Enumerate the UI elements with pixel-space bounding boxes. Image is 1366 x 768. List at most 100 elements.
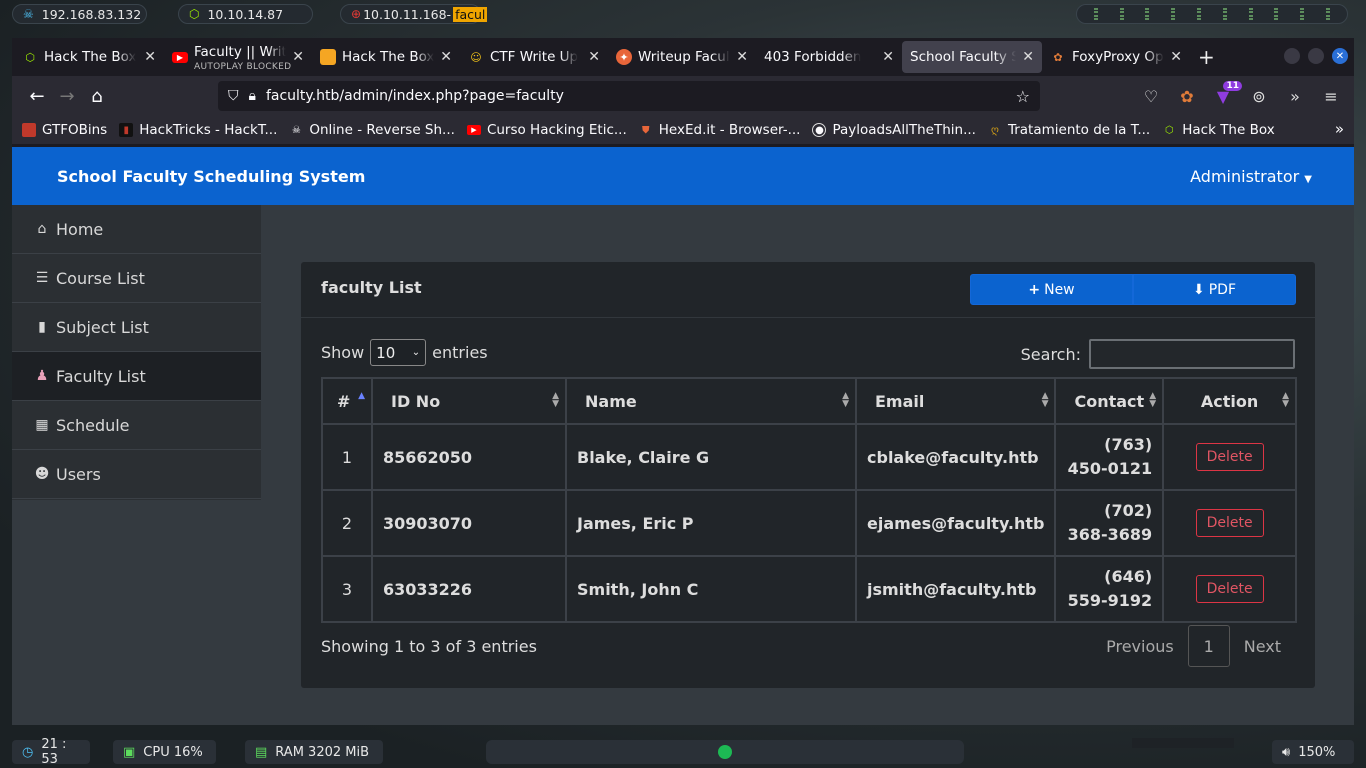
- close-icon[interactable]: ✕: [736, 49, 748, 65]
- sidebar-item-users[interactable]: ☻ Users: [12, 450, 261, 499]
- close-icon[interactable]: ✕: [292, 49, 304, 65]
- sort-icon: ▲ ▼: [1041, 391, 1049, 409]
- action-cell: Delete: [1162, 423, 1297, 491]
- menu-icon[interactable]: ≡: [1320, 87, 1342, 106]
- column-header-email[interactable]: Email ▲ ▼: [854, 377, 1057, 425]
- pdf-button[interactable]: ⬇ PDF: [1133, 274, 1296, 305]
- spotify-widget[interactable]: [486, 740, 964, 764]
- column-header-contact[interactable]: Contact ▲ ▼: [1054, 377, 1165, 425]
- clock-icon: ◷: [22, 744, 34, 760]
- email-cell: jsmith@faculty.htb: [854, 555, 1057, 623]
- table-header-row: # ▲ ID No ▲ ▼ Name ▲ ▼ Email ▲ ▼ Contact ▲ ▼ Acti…: [321, 377, 1297, 425]
- close-window-button[interactable]: ✕: [1332, 48, 1348, 64]
- tab-hackthebox-1[interactable]: ⬡ Hack The Box ✕: [14, 41, 164, 73]
- sidebar-item-label: Schedule: [56, 415, 130, 435]
- cpu-text: CPU 16%: [143, 744, 203, 760]
- caret-down-icon: ▼: [1304, 174, 1312, 185]
- sidebar-item-home[interactable]: ⌂ Home: [12, 205, 261, 254]
- close-icon[interactable]: ✕: [1022, 49, 1034, 65]
- close-icon[interactable]: ✕: [882, 49, 894, 65]
- tab-label: FoxyProxy Opt: [1072, 49, 1165, 65]
- bookmark-hacktricks[interactable]: ▮ HackTricks - HackT...: [119, 122, 277, 138]
- workspaces[interactable]: [1076, 4, 1348, 24]
- bookmark-curso-hacking[interactable]: ▶ Curso Hacking Etic...: [466, 122, 627, 138]
- clock-text: 21 : 53: [41, 737, 67, 767]
- contact-number: 450-0121: [1067, 459, 1153, 478]
- bookmark-reverse-shell[interactable]: ☠ Online - Reverse Sh...: [289, 122, 455, 138]
- close-icon[interactable]: ✕: [1170, 49, 1182, 65]
- back-button[interactable]: ←: [22, 81, 52, 111]
- bookmarks-overflow-icon[interactable]: »: [1335, 120, 1344, 138]
- tab-403-forbidden[interactable]: 403 Forbidden ✕: [756, 41, 902, 73]
- close-icon[interactable]: ✕: [144, 49, 156, 65]
- book-icon: ▮: [38, 319, 46, 335]
- page-length-select[interactable]: 10 ⌄: [370, 339, 427, 366]
- tab-school-faculty[interactable]: School Faculty Sc ✕: [902, 41, 1042, 73]
- search-input[interactable]: [1089, 339, 1295, 369]
- sort-icon: ▲: [358, 391, 365, 401]
- row-number: 3: [321, 555, 373, 623]
- pocket-icon[interactable]: ♡: [1140, 87, 1162, 106]
- admin-dropdown[interactable]: Administrator ▼: [1190, 167, 1312, 186]
- close-icon[interactable]: ✕: [588, 49, 600, 65]
- bookmark-star-icon[interactable]: ☆: [1016, 87, 1030, 106]
- bookmark-payloads[interactable]: ● PayloadsAllTheThin...: [812, 122, 976, 138]
- bookmark-hexed[interactable]: ⛊ HexEd.it - Browser-...: [639, 122, 800, 138]
- volume-text: 150%: [1298, 744, 1336, 760]
- delete-button[interactable]: Delete: [1195, 443, 1264, 471]
- sidebar-item-subject-list[interactable]: ▮ Subject List: [12, 303, 261, 352]
- close-icon[interactable]: ✕: [440, 49, 452, 65]
- tab-ctf-writeup[interactable]: ☺ CTF Write Up ✕: [460, 41, 608, 73]
- tab-writeup-faculty[interactable]: ✦ Writeup Facul ✕: [608, 41, 756, 73]
- tab-foxyproxy[interactable]: ✿ FoxyProxy Opt ✕: [1042, 41, 1190, 73]
- home-button[interactable]: ⌂: [82, 81, 112, 111]
- column-header-action[interactable]: Action ▲ ▼: [1162, 377, 1297, 425]
- sidebar-item-course-list[interactable]: ☰ Course List: [12, 254, 261, 303]
- sidebar-item-label: Subject List: [56, 317, 149, 337]
- tab-hackthebox-2[interactable]: Hack The Box ✕: [312, 41, 460, 73]
- bookmark-gtfobins[interactable]: GTFOBins: [22, 122, 107, 138]
- new-button[interactable]: + New: [970, 274, 1133, 305]
- previous-button[interactable]: Previous: [1092, 625, 1188, 667]
- delete-button[interactable]: Delete: [1195, 509, 1264, 537]
- minimize-button[interactable]: [1284, 48, 1300, 64]
- shield-icon[interactable]: ⛉: [228, 88, 239, 104]
- contact-cell: (702) 368-3689: [1054, 489, 1165, 557]
- delete-button[interactable]: Delete: [1195, 575, 1264, 603]
- tab-youtube[interactable]: ▶ Faculty || Writ AUTOPLAY BLOCKED ✕: [164, 41, 312, 73]
- tab-label: CTF Write Up: [490, 49, 579, 65]
- sidebar-item-schedule[interactable]: ▦ Schedule: [12, 401, 261, 450]
- overflow-icon[interactable]: »: [1284, 87, 1306, 106]
- target-ip-widget: ⊕ 10.10.11.168- facul: [340, 4, 488, 24]
- app-header: School Faculty Scheduling System Adminis…: [12, 147, 1354, 205]
- plus-icon: +: [1028, 281, 1041, 298]
- faculty-card: faculty List + New ⬇ PDF Show 10 ⌄ entries …: [301, 262, 1315, 688]
- tab-label: Writeup Facul: [638, 49, 730, 65]
- url-bar[interactable]: ⛉ 🔒︎ faculty.htb/admin/index.php?page=fa…: [218, 81, 1040, 111]
- column-header-num[interactable]: # ▲: [321, 377, 373, 425]
- gtfobins-icon: [22, 123, 36, 137]
- foxyproxy-extension-icon[interactable]: ✿: [1176, 87, 1198, 106]
- vpn-ip: 10.10.14.87: [207, 6, 284, 22]
- row-number: 2: [321, 489, 373, 557]
- column-header-name[interactable]: Name ▲ ▼: [565, 377, 857, 425]
- bookmark-hackthebox[interactable]: ⬡ Hack The Box: [1162, 122, 1275, 138]
- forward-button[interactable]: →: [52, 81, 82, 111]
- bookmark-tratamiento[interactable]: ღ Tratamiento de la T...: [988, 122, 1150, 138]
- next-button[interactable]: Next: [1230, 625, 1295, 667]
- sidebar-item-faculty-list[interactable]: ♟ Faculty List: [12, 352, 261, 401]
- maximize-button[interactable]: [1308, 48, 1324, 64]
- volume-widget[interactable]: 🔊︎ 150%: [1272, 740, 1354, 764]
- extension-icon[interactable]: ▼ 11: [1212, 80, 1242, 106]
- contact-area: (646): [1104, 567, 1153, 586]
- new-tab-button[interactable]: +: [1198, 45, 1215, 69]
- wappalyzer-icon[interactable]: ⊚: [1248, 87, 1270, 106]
- column-header-id[interactable]: ID No ▲ ▼: [371, 377, 567, 425]
- page-length-value: 10: [376, 343, 396, 362]
- tab-label: Hack The Box: [342, 49, 435, 65]
- page-info-icon[interactable]: 🔒︎: [249, 88, 256, 104]
- admin-label[interactable]: Administrator: [1190, 167, 1299, 186]
- url-text[interactable]: faculty.htb/admin/index.php?page=faculty: [266, 88, 564, 104]
- cpu-widget: ▣ CPU 16%: [113, 740, 216, 764]
- page-button-1[interactable]: 1: [1187, 625, 1230, 667]
